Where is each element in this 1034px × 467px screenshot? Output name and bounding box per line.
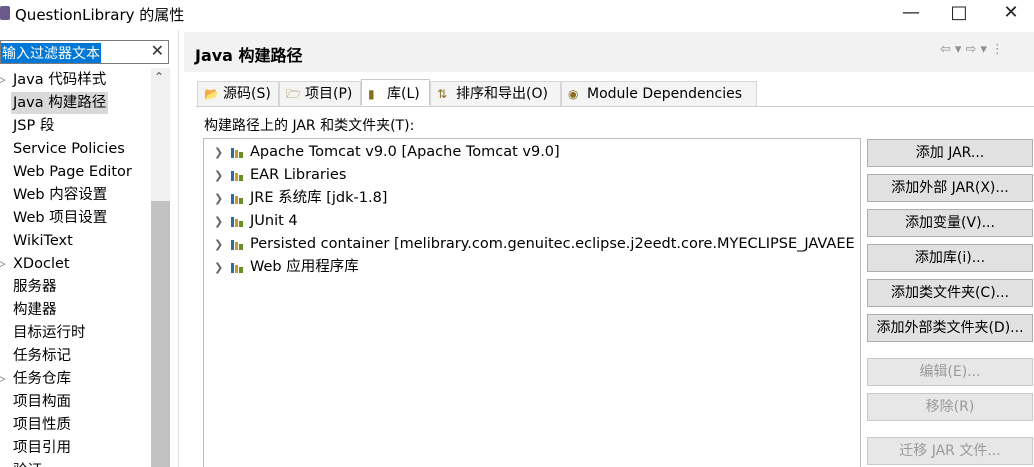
expand-arrow-icon[interactable]: ▷ <box>0 368 5 390</box>
order-export-icon: ⇅ <box>437 87 448 101</box>
expand-arrow-icon[interactable]: ❯ <box>214 210 223 233</box>
add-external-jar-button[interactable]: 添加外部 JAR(X)... <box>867 174 1033 202</box>
app-icon <box>0 6 10 20</box>
tab-order-export[interactable]: ⇅ 排序和导出(O) <box>430 81 561 106</box>
forward-menu-icon[interactable]: ▾ <box>980 42 991 57</box>
section-label: 构建路径上的 JAR 和类文件夹(T): <box>204 118 415 134</box>
history-nav[interactable]: ⇦▾⇨▾⋮ <box>940 42 1008 57</box>
panel-divider[interactable] <box>178 30 179 467</box>
expand-arrow-icon[interactable]: ❯ <box>214 233 223 256</box>
more-options-icon[interactable]: ⋮ <box>991 42 1008 57</box>
library-icon <box>231 171 243 181</box>
library-icon <box>231 263 243 273</box>
add-external-class-folder-button[interactable]: 添加外部类文件夹(D)... <box>867 314 1033 342</box>
library-list[interactable]: ❯ Apache Tomcat v9.0 [Apache Tomcat v9.0]… <box>203 138 861 467</box>
add-variable-button[interactable]: 添加变量(V)... <box>867 209 1033 237</box>
close-icon[interactable]: ✕ <box>988 0 1034 28</box>
edit-button[interactable]: 编辑(E)... <box>867 358 1033 386</box>
page-title: Java 构建路径 <box>195 46 303 65</box>
window-title: QuestionLibrary 的属性 <box>15 6 185 24</box>
expand-arrow-icon[interactable]: ❯ <box>214 164 223 187</box>
library-icon <box>231 217 243 227</box>
tab-module-dependencies[interactable]: ◉ Module Dependencies <box>561 81 757 106</box>
project-folder-icon: 🗁 <box>286 87 301 101</box>
maximize-icon[interactable]: □ <box>936 0 982 28</box>
library-icon: ▮ <box>368 87 375 101</box>
library-icon <box>231 194 243 204</box>
minimize-icon[interactable]: — <box>888 0 934 28</box>
scroll-thumb[interactable] <box>151 201 170 467</box>
expand-arrow-icon[interactable]: ▷ <box>0 69 5 91</box>
remove-button[interactable]: 移除(R) <box>867 393 1033 421</box>
page-header <box>184 32 1034 72</box>
library-icon <box>231 240 243 250</box>
property-tree: ▷ Java 代码样式 Java 构建路径 JSP 段 Service Polic… <box>0 68 150 467</box>
source-folder-icon: 📂 <box>204 87 219 101</box>
library-icon <box>231 148 243 158</box>
tab-source[interactable]: 📂 源码(S) <box>197 81 279 106</box>
expand-arrow-icon[interactable]: ❯ <box>214 141 223 164</box>
tab-baseline <box>196 106 1034 107</box>
tab-libraries[interactable]: ▮ 库(L) <box>361 79 430 105</box>
back-icon[interactable]: ⇦ <box>940 42 955 57</box>
expand-arrow-icon[interactable]: ❯ <box>214 187 223 210</box>
expand-arrow-icon[interactable]: ❯ <box>214 256 223 279</box>
migrate-jar-button[interactable]: 迁移 JAR 文件... <box>867 437 1033 465</box>
add-library-button[interactable]: 添加库(i)... <box>867 244 1033 272</box>
forward-icon[interactable]: ⇨ <box>965 42 980 57</box>
filter-input[interactable]: 输入过滤器文本 ✕ <box>0 40 169 64</box>
add-class-folder-button[interactable]: 添加类文件夹(C)... <box>867 279 1033 307</box>
module-icon: ◉ <box>568 87 579 101</box>
add-jar-button[interactable]: 添加 JAR... <box>867 139 1033 167</box>
tree-scrollbar[interactable]: ⌃ <box>151 68 170 467</box>
clear-filter-icon[interactable]: ✕ <box>151 41 164 60</box>
scroll-up-icon[interactable]: ⌃ <box>154 70 164 84</box>
tab-projects[interactable]: 🗁 项目(P) <box>279 81 361 106</box>
expand-arrow-icon[interactable]: ▷ <box>0 253 5 275</box>
title-bar: QuestionLibrary 的属性 — □ ✕ <box>0 0 1034 28</box>
back-menu-icon[interactable]: ▾ <box>955 42 966 57</box>
filter-input-text[interactable]: 输入过滤器文本 <box>1 43 101 63</box>
